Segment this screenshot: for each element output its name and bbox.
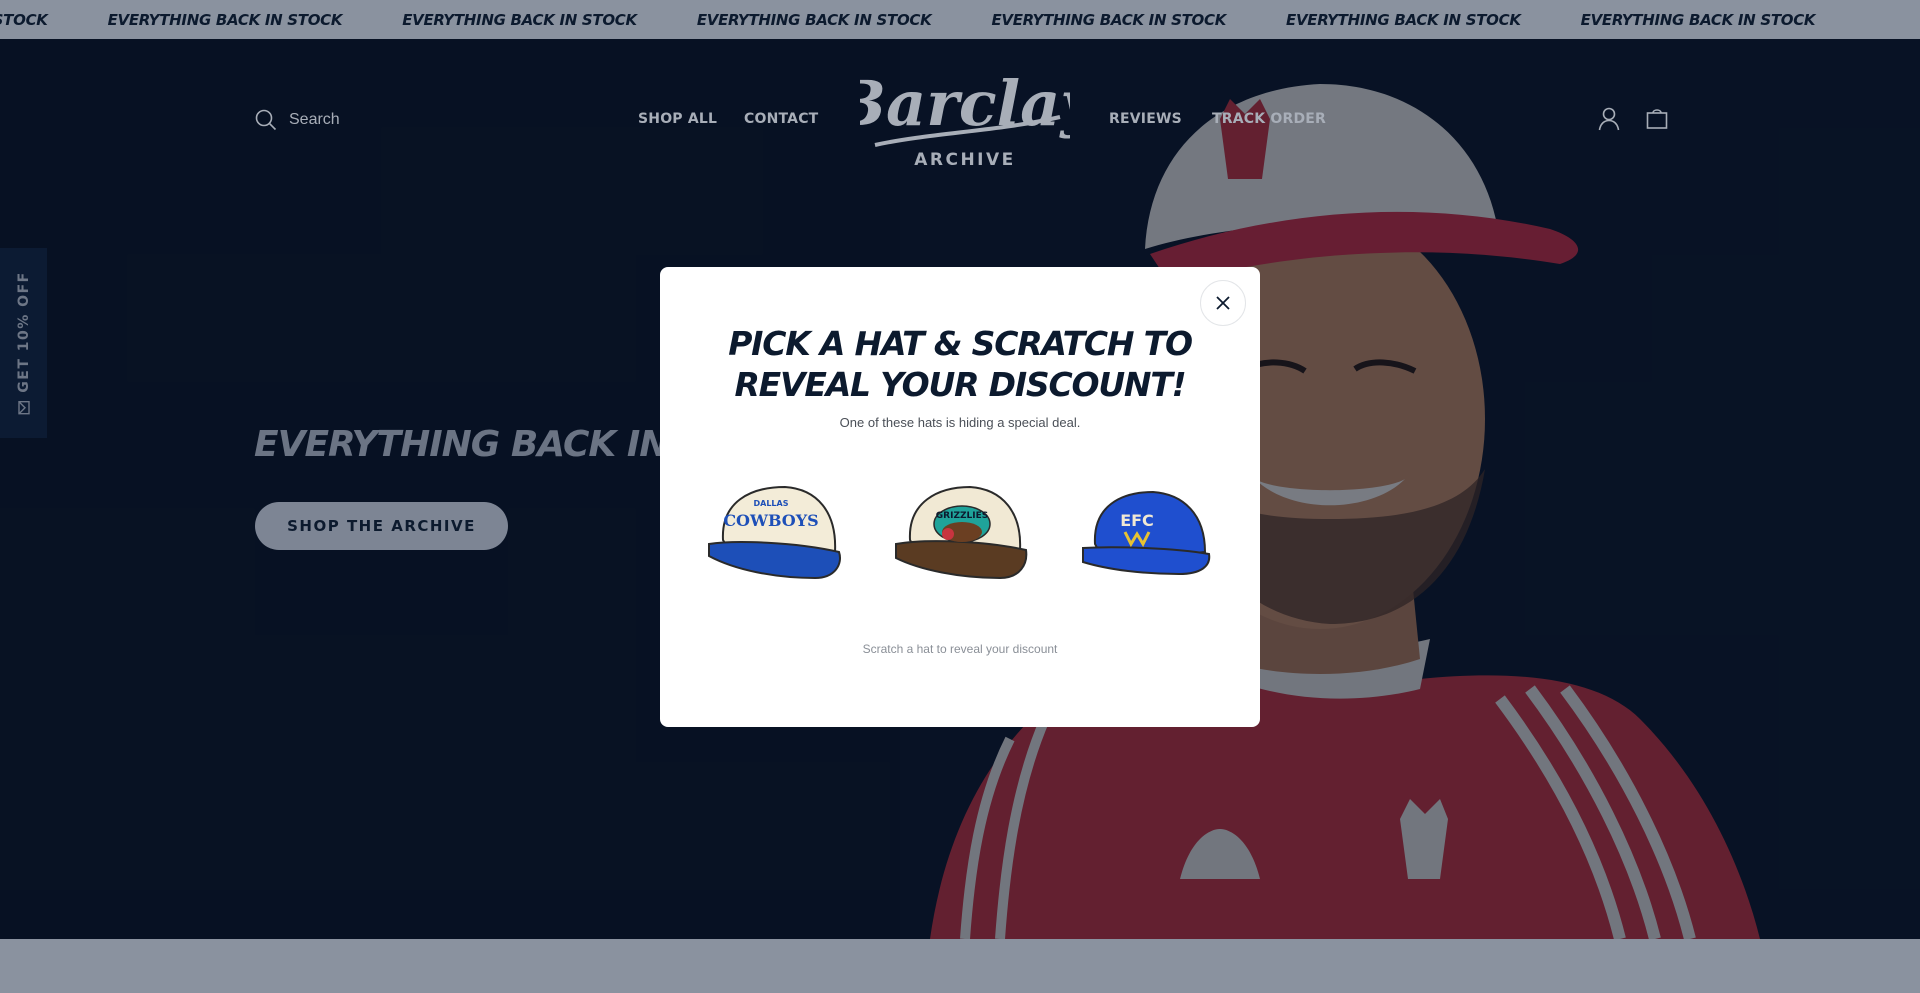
scratch-hint: Scratch a hat to reveal your discount	[862, 642, 1058, 656]
announcement-text: EVERYTHING BACK IN STOCK	[1286, 10, 1521, 29]
nav-shop-all[interactable]: SHOP ALL	[638, 111, 717, 127]
announcement-text: EVERYTHING BACK IN STOCK	[1580, 10, 1816, 29]
announcement-text: EVERYTHING BACK IN STOCK	[991, 10, 1227, 29]
scratch-discount-modal: PICK A HAT & SCRATCH TO REVEAL YOUR DISC…	[660, 267, 1260, 727]
close-icon	[1216, 296, 1230, 310]
nav-track-order[interactable]: TRACK ORDER	[1212, 111, 1326, 127]
hat-text-cowboys: COWBOYS	[723, 511, 818, 530]
modal-title: PICK A HAT & SCRATCH TO REVEAL YOUR DISC…	[660, 323, 1260, 405]
hat-text-everton: EFC	[1120, 511, 1154, 530]
discount-side-tab[interactable]: GET 10% OFF	[0, 248, 47, 438]
hat-option-cowboys[interactable]: COWBOYS DALLAS	[705, 482, 845, 582]
account-icon[interactable]	[1598, 107, 1620, 131]
site-logo[interactable]: Barclay ARCHIVE	[832, 55, 1101, 175]
search-icon	[255, 109, 277, 131]
announcement-text: EVERYTHING BACK IN STOCK	[696, 10, 932, 29]
side-tab-content: GET 10% OFF	[16, 271, 32, 415]
site-header: Search SHOP ALL CONTACT Barclay ARCHIVE …	[0, 39, 1920, 199]
logo-script: Barclay	[832, 67, 1100, 147]
search-label: Search	[289, 111, 340, 128]
hat-toptext-cowboys: DALLAS	[754, 499, 789, 508]
announcement-text: EVERYTHING BACK IN STOCK	[107, 10, 343, 29]
hat-option-everton[interactable]: EFC	[1075, 482, 1215, 582]
modal-title-line-1: PICK A HAT & SCRATCH TO	[728, 324, 1193, 363]
nav-contact[interactable]: CONTACT	[744, 111, 818, 127]
hat-text-grizzlies: GRIZZLIES	[936, 511, 988, 521]
mail-icon	[18, 400, 30, 415]
shop-archive-button[interactable]: SHOP THE ARCHIVE	[255, 502, 508, 550]
modal-title-line-2: REVEAL YOUR DISCOUNT!	[734, 365, 1186, 404]
cart-icon[interactable]	[1646, 107, 1668, 129]
announcement-text: EVERYTHING BACK IN STOCK	[402, 10, 637, 29]
logo-archive: ARCHIVE	[914, 150, 1016, 170]
svg-text:Barclay: Barclay	[860, 67, 1070, 140]
page-bottom-strip	[0, 939, 1920, 993]
close-button[interactable]	[1200, 280, 1246, 326]
announcement-text: EVERYTHING BACK IN STOCK	[0, 10, 48, 29]
announcement-bar: EVERYTHING BACK IN STOCK EVERYTHING BACK…	[0, 0, 1920, 39]
hat-option-grizzlies[interactable]: GRIZZLIES	[890, 482, 1030, 582]
side-tab-label: GET 10% OFF	[16, 271, 32, 393]
modal-subtitle: One of these hats is hiding a special de…	[839, 415, 1081, 430]
announcement-track: EVERYTHING BACK IN STOCK EVERYTHING BACK…	[0, 0, 1875, 39]
nav-reviews[interactable]: REVIEWS	[1109, 111, 1182, 127]
search-trigger[interactable]: Search	[255, 109, 340, 131]
